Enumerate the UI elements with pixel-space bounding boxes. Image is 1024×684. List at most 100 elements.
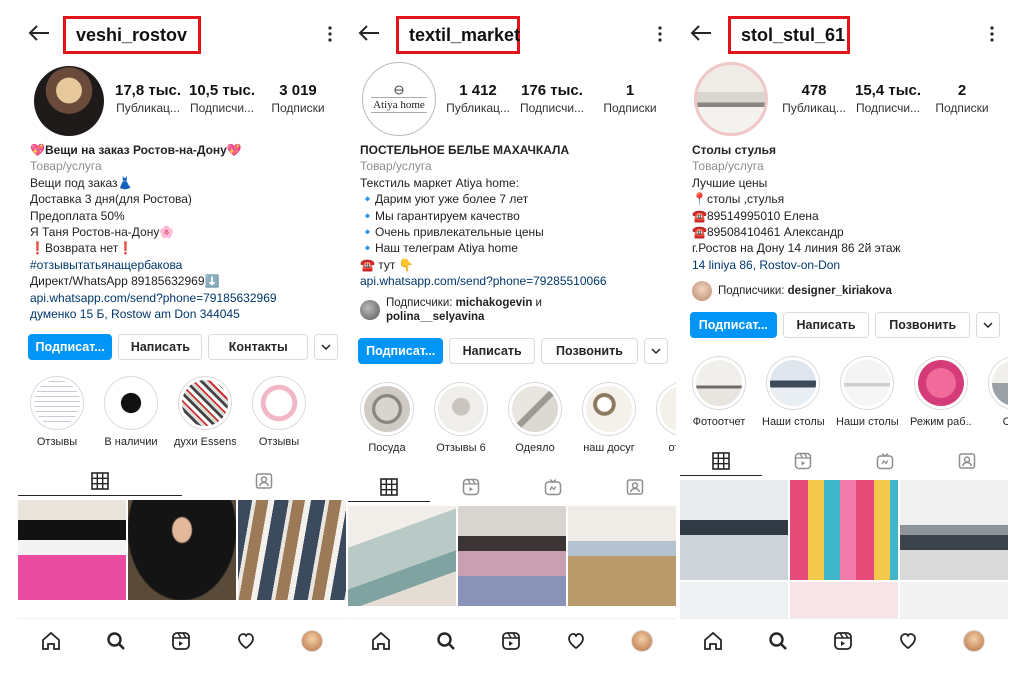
stat-following[interactable]: 2 Подписки bbox=[924, 82, 1000, 115]
highlight-label: духи Essens bbox=[174, 436, 236, 448]
search-icon[interactable] bbox=[768, 631, 788, 651]
profile-avatar[interactable] bbox=[301, 629, 324, 652]
stat-following[interactable]: 3 019 Подписки bbox=[260, 82, 336, 115]
search-icon[interactable] bbox=[106, 631, 126, 651]
home-icon[interactable] bbox=[703, 631, 723, 651]
followed-by[interactable]: Подписчики: designer_kiriakova bbox=[692, 281, 1000, 302]
more-dots-icon[interactable] bbox=[990, 26, 994, 42]
home-icon[interactable] bbox=[41, 631, 61, 651]
bio-link[interactable]: api.whatsapp.com/send?phone=79185632969 bbox=[30, 290, 338, 306]
call-button[interactable]: Позвонить bbox=[875, 312, 970, 338]
follow-button[interactable]: Подписат... bbox=[28, 334, 113, 360]
message-button[interactable]: Написать bbox=[449, 338, 535, 364]
bio-address[interactable]: думенко 15 Б, Rostow am Don 344045 bbox=[30, 306, 338, 322]
post-thumbnail[interactable] bbox=[18, 500, 126, 600]
back-arrow-icon[interactable] bbox=[358, 24, 380, 42]
call-button[interactable]: Позвонить bbox=[540, 338, 638, 364]
stat-posts[interactable]: 17,8 тыс. Публикац... bbox=[110, 82, 186, 115]
post-thumbnail[interactable] bbox=[680, 480, 788, 580]
bio-hashtag[interactable]: #отзывытатьянащербакова bbox=[30, 257, 338, 273]
suggested-dropdown-button[interactable] bbox=[314, 334, 338, 360]
bio-link[interactable]: api.whatsapp.com/send?phone=79285510066 bbox=[360, 273, 668, 289]
tab-grid[interactable] bbox=[18, 466, 182, 496]
story-highlights: Посуда Отзывы 6 Одеяло наш досуг отпра bbox=[356, 382, 676, 460]
stat-posts[interactable]: 1 412 Публикац... bbox=[440, 82, 516, 115]
highlight-item[interactable]: Стул bbox=[984, 356, 1008, 434]
more-dots-icon[interactable] bbox=[328, 26, 332, 42]
highlight-item[interactable]: Наши столы bbox=[762, 356, 824, 434]
post-thumbnail[interactable] bbox=[900, 480, 1008, 580]
tab-reels[interactable] bbox=[430, 472, 512, 502]
highlight-item[interactable]: Одеяло bbox=[504, 382, 566, 460]
message-button[interactable]: Написать bbox=[118, 334, 203, 360]
highlight-item[interactable]: Отзывы bbox=[248, 376, 310, 454]
reels-nav-icon[interactable] bbox=[501, 631, 521, 651]
top-bar: veshi_rostov bbox=[18, 10, 346, 54]
more-dots-icon[interactable] bbox=[658, 26, 662, 42]
highlight-cover bbox=[508, 382, 562, 436]
tab-grid[interactable] bbox=[680, 446, 762, 476]
heart-icon[interactable] bbox=[566, 631, 586, 651]
contacts-button[interactable]: Контакты bbox=[208, 334, 308, 360]
post-thumbnail[interactable] bbox=[458, 506, 566, 606]
stat-followers[interactable]: 176 тыс. Подписчи... bbox=[514, 82, 590, 115]
stat-posts[interactable]: 478 Публикац... bbox=[776, 82, 852, 115]
avatar[interactable] bbox=[34, 66, 104, 136]
highlight-label: отпра bbox=[668, 442, 676, 454]
highlight-item[interactable]: Фотоотчет bbox=[688, 356, 750, 434]
highlight-item[interactable]: Режим раб... bbox=[910, 356, 972, 434]
heart-icon[interactable] bbox=[898, 631, 918, 651]
post-thumbnail[interactable] bbox=[128, 500, 236, 600]
highlight-item[interactable]: Отзывы 6 bbox=[430, 382, 492, 460]
suggested-dropdown-button[interactable] bbox=[976, 312, 1000, 338]
tagged-icon bbox=[255, 473, 273, 489]
post-thumbnail[interactable] bbox=[790, 480, 898, 580]
highlight-item[interactable]: отпра bbox=[652, 382, 676, 460]
avatar[interactable]: Atiya home bbox=[362, 62, 436, 136]
stat-value: 176 тыс. bbox=[521, 82, 583, 99]
tab-igtv[interactable] bbox=[844, 446, 926, 476]
post-thumbnail[interactable] bbox=[238, 500, 346, 600]
stat-label: Подписчи... bbox=[855, 101, 921, 115]
tab-igtv[interactable] bbox=[512, 472, 594, 502]
stat-followers[interactable]: 15,4 тыс. Подписчи... bbox=[850, 82, 926, 115]
profile-avatar[interactable] bbox=[631, 629, 654, 652]
tab-tagged[interactable] bbox=[182, 466, 346, 496]
follow-button[interactable]: Подписат... bbox=[690, 312, 777, 338]
suggested-dropdown-button[interactable] bbox=[644, 338, 668, 364]
bottom-nav bbox=[680, 618, 1008, 662]
highlight-item[interactable]: духи Essens bbox=[174, 376, 236, 454]
highlight-image bbox=[108, 380, 154, 426]
tagged-icon bbox=[626, 479, 644, 495]
heart-icon[interactable] bbox=[236, 631, 256, 651]
followed-by-text: Подписчики: michakogevin и polina__selyav… bbox=[386, 296, 542, 324]
stat-label: Подписчи... bbox=[189, 101, 255, 115]
stat-following[interactable]: 1 Подписки bbox=[592, 82, 668, 115]
highlight-item[interactable]: Наши столы bbox=[836, 356, 898, 434]
post-thumbnail[interactable] bbox=[348, 506, 456, 606]
reels-nav-icon[interactable] bbox=[833, 631, 853, 651]
tab-grid[interactable] bbox=[348, 472, 430, 502]
tab-reels[interactable] bbox=[762, 446, 844, 476]
highlight-item[interactable]: наш досуг bbox=[578, 382, 640, 460]
message-button[interactable]: Написать bbox=[782, 312, 870, 338]
profile-avatar[interactable] bbox=[963, 629, 986, 652]
tab-tagged[interactable] bbox=[926, 446, 1008, 476]
highlight-item[interactable]: Посуда bbox=[356, 382, 418, 460]
avatar[interactable] bbox=[694, 62, 768, 136]
post-thumbnail[interactable] bbox=[568, 506, 676, 606]
home-icon[interactable] bbox=[371, 631, 391, 651]
bio-address[interactable]: 14 liniya 86, Rostov-on-Don bbox=[692, 257, 1000, 273]
search-icon[interactable] bbox=[436, 631, 456, 651]
follow-button[interactable]: Подписат... bbox=[358, 338, 444, 364]
highlight-item[interactable]: В наличии bbox=[100, 376, 162, 454]
stat-followers[interactable]: 10,5 тыс. Подписчи... bbox=[184, 82, 260, 115]
tab-tagged[interactable] bbox=[594, 472, 676, 502]
followed-by[interactable]: Подписчики: michakogevin и polina__selyav… bbox=[360, 296, 668, 324]
logo-mark-icon bbox=[394, 85, 404, 95]
highlight-item[interactable]: Отзывы bbox=[26, 376, 88, 454]
reels-nav-icon[interactable] bbox=[171, 631, 191, 651]
bottom-nav bbox=[348, 618, 676, 662]
back-arrow-icon[interactable] bbox=[28, 24, 50, 42]
back-arrow-icon[interactable] bbox=[690, 24, 712, 42]
